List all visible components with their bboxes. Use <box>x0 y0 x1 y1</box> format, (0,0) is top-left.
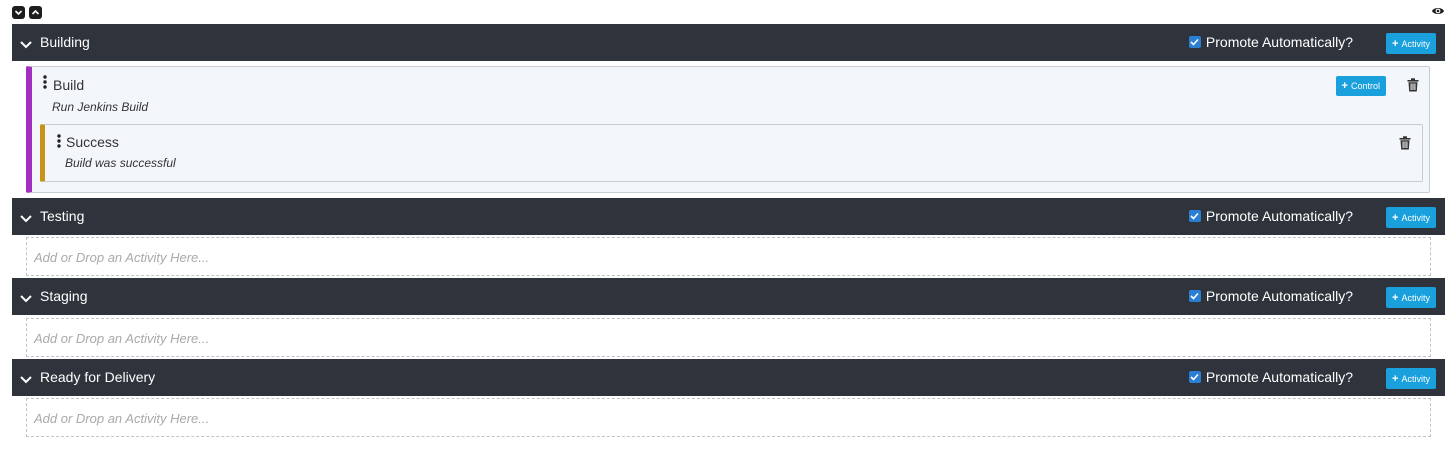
drop-zone-placeholder: Add or Drop an Activity Here... <box>34 250 210 265</box>
add-control-button[interactable]: + Control <box>1335 76 1386 96</box>
stage-header-ready-for-delivery: Ready for Delivery Promote Automatically… <box>12 359 1445 396</box>
checkbox-checked-icon[interactable] <box>1188 371 1201 383</box>
activity-drop-zone[interactable]: Add or Drop an Activity Here... <box>26 398 1431 437</box>
add-control-label: Control <box>1350 81 1380 91</box>
checkbox-checked-icon[interactable] <box>1188 210 1201 222</box>
stage-title: Staging <box>40 288 88 304</box>
promote-automatically-toggle[interactable]: Promote Automatically? <box>1188 208 1353 224</box>
drop-zone-placeholder: Add or Drop an Activity Here... <box>34 411 210 426</box>
activity-drop-zone[interactable]: Add or Drop an Activity Here... <box>26 318 1431 357</box>
chevron-down-icon[interactable] <box>20 210 32 228</box>
drop-zone-placeholder: Add or Drop an Activity Here... <box>34 331 210 346</box>
stage-title: Testing <box>40 208 85 224</box>
plus-icon: + <box>1392 372 1399 385</box>
add-activity-label: Activity <box>1401 373 1430 384</box>
stage-title: Ready for Delivery <box>40 369 156 385</box>
promote-label: Promote Automatically? <box>1205 208 1353 224</box>
plus-icon: + <box>1392 37 1399 50</box>
chevron-up-square-icon[interactable] <box>29 6 42 19</box>
top-toolbar <box>0 0 1449 24</box>
promote-label: Promote Automatically? <box>1205 34 1353 50</box>
add-activity-button[interactable]: + Activity <box>1386 287 1436 308</box>
control-description: Build was successful <box>65 156 176 170</box>
plus-icon: + <box>1392 291 1399 304</box>
add-activity-label: Activity <box>1401 212 1430 223</box>
promote-label: Promote Automatically? <box>1205 288 1353 304</box>
chevron-down-icon[interactable] <box>20 371 32 389</box>
activity-drop-zone[interactable]: Add or Drop an Activity Here... <box>26 237 1431 276</box>
trash-icon[interactable] <box>1407 78 1419 97</box>
plus-icon: + <box>1392 211 1399 224</box>
drag-handle-icon[interactable] <box>43 75 47 91</box>
activity-card-build[interactable]: Build Run Jenkins Build + Control Succes… <box>26 66 1430 193</box>
add-activity-button[interactable]: + Activity <box>1386 368 1436 389</box>
stage-title: Building <box>40 34 90 50</box>
promote-label: Promote Automatically? <box>1205 369 1353 385</box>
control-name: Success <box>66 134 119 150</box>
plus-icon: + <box>1341 80 1348 92</box>
eye-icon[interactable] <box>1431 4 1445 22</box>
stage-header-building: Building Promote Automatically? + Activi… <box>12 24 1445 61</box>
add-activity-label: Activity <box>1401 292 1430 303</box>
promote-automatically-toggle[interactable]: Promote Automatically? <box>1188 34 1353 50</box>
stage-header-testing: Testing Promote Automatically? + Activit… <box>12 198 1445 235</box>
control-card-success[interactable]: Success Build was successful <box>40 124 1423 182</box>
trash-icon[interactable] <box>1399 136 1411 155</box>
stage-header-staging: Staging Promote Automatically? + Activit… <box>12 278 1445 315</box>
add-activity-button[interactable]: + Activity <box>1386 207 1436 228</box>
drag-handle-icon[interactable] <box>57 134 61 150</box>
chevron-down-icon[interactable] <box>20 290 32 308</box>
promote-automatically-toggle[interactable]: Promote Automatically? <box>1188 369 1353 385</box>
promote-automatically-toggle[interactable]: Promote Automatically? <box>1188 288 1353 304</box>
checkbox-checked-icon[interactable] <box>1188 36 1201 48</box>
activity-name: Build <box>53 77 85 93</box>
activity-description: Run Jenkins Build <box>52 100 149 114</box>
chevron-down-icon[interactable] <box>20 36 32 54</box>
add-activity-label: Activity <box>1401 38 1430 49</box>
add-activity-button[interactable]: + Activity <box>1386 33 1436 54</box>
chevron-down-square-icon[interactable] <box>12 6 25 19</box>
checkbox-checked-icon[interactable] <box>1188 290 1201 302</box>
